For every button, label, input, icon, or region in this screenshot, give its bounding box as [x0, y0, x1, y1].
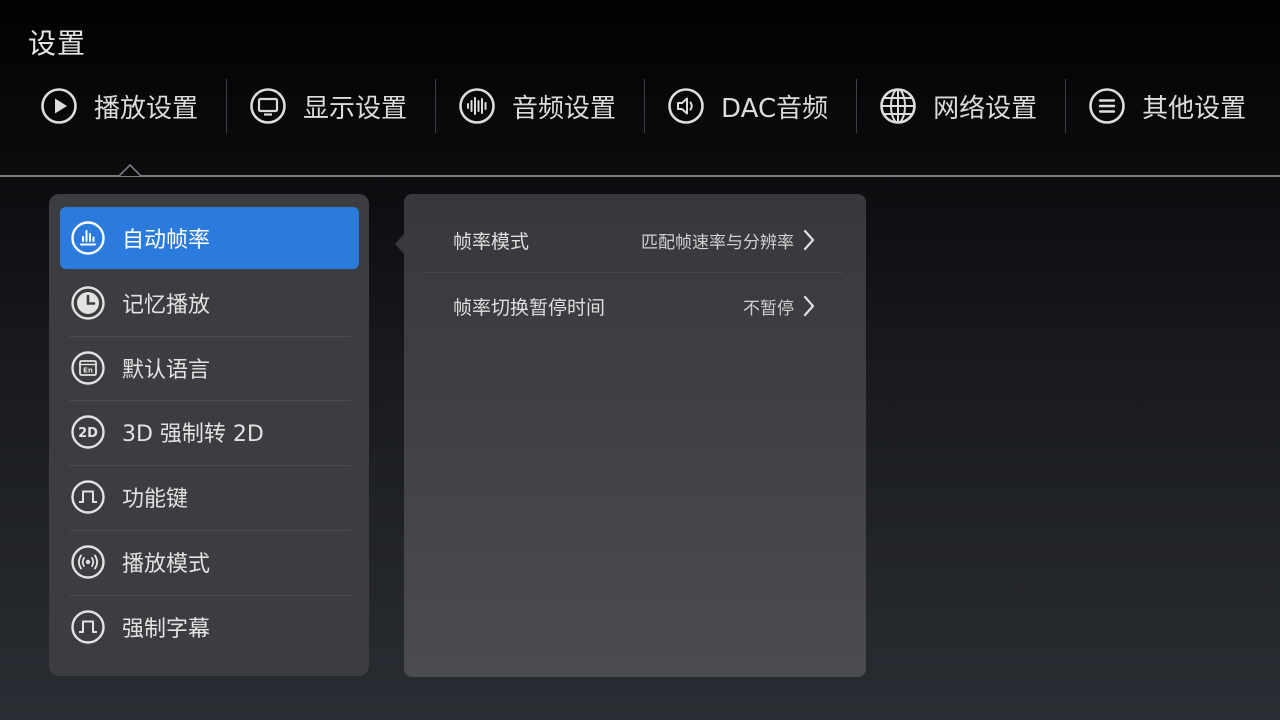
active-tab-indicator: [119, 164, 141, 177]
menu-item-label: 功能键: [122, 487, 189, 512]
menu-item-function-key[interactable]: 功能键: [60, 466, 359, 528]
menu-item-play-mode[interactable]: 播放模式: [60, 531, 359, 593]
tab-label: 音频设置: [512, 93, 617, 124]
tab-other-settings[interactable]: 其他设置: [1066, 78, 1266, 134]
setting-row-switch-pause-time[interactable]: 帧率切换暂停时间 不暂停: [424, 275, 844, 337]
svg-text:En: En: [83, 367, 93, 375]
tab-label: 网络设置: [933, 93, 1038, 124]
speaker-icon: [668, 88, 704, 124]
broadcast-icon: [71, 545, 105, 579]
tab-label: 播放设置: [94, 93, 199, 124]
settings-detail-panel: 帧率模式 匹配帧速率与分辨率 帧率切换暂停时间 不暂停: [404, 194, 866, 677]
menu-item-label: 3D 强制转 2D: [122, 422, 264, 447]
setting-label: 帧率切换暂停时间: [453, 296, 606, 319]
setting-row-frame-rate-mode[interactable]: 帧率模式 匹配帧速率与分辨率: [424, 209, 844, 271]
menu-item-label: 默认语言: [122, 358, 211, 383]
tab-display-settings[interactable]: 显示设置: [227, 78, 435, 134]
pulse-icon: [71, 610, 105, 644]
row-divider: [424, 272, 844, 273]
menu-item-label: 自动帧率: [122, 228, 211, 253]
menu-lines-icon: [1089, 88, 1125, 124]
menu-item-label: 记忆播放: [122, 293, 211, 318]
menu-item-label: 强制字幕: [122, 617, 211, 642]
globe-icon: [880, 88, 916, 124]
setting-value-text: 匹配帧速率与分辨率: [641, 232, 794, 253]
tab-network-settings[interactable]: 网络设置: [857, 78, 1065, 134]
2d-icon: 2D: [71, 415, 105, 449]
menu-item-label: 播放模式: [122, 552, 211, 577]
chevron-right-icon: [803, 295, 815, 317]
top-tab-bar: 播放设置 显示设置 音频设置 DAC音频 网络设置 其他设置: [0, 78, 1280, 134]
tab-underline: [0, 175, 1280, 177]
setting-label: 帧率模式: [453, 230, 530, 253]
tab-label: 显示设置: [303, 93, 408, 124]
setting-value: 不暂停: [743, 294, 816, 319]
page-title: 设置: [28, 27, 87, 60]
chevron-right-icon: [803, 229, 815, 251]
submenu-panel: 自动帧率 记忆播放 En 默认语言 2D 3D 强制转 2D 功能键 播放模式 …: [49, 194, 369, 676]
monitor-icon: [250, 88, 286, 124]
tab-label: DAC音频: [721, 93, 829, 124]
tab-audio-settings[interactable]: 音频设置: [436, 78, 644, 134]
menu-item-auto-frame-rate[interactable]: 自动帧率: [60, 207, 359, 269]
setting-value: 匹配帧速率与分辨率: [641, 228, 816, 253]
bar-chart-icon: [71, 221, 105, 255]
clock-icon: [71, 286, 105, 320]
audio-wave-icon: [459, 88, 495, 124]
setting-value-text: 不暂停: [743, 298, 794, 319]
menu-item-force-subtitle[interactable]: 强制字幕: [60, 596, 359, 658]
tab-dac-audio[interactable]: DAC音频: [645, 78, 856, 134]
play-circle-icon: [41, 88, 77, 124]
tab-label: 其他设置: [1142, 93, 1247, 124]
pulse-icon: [71, 480, 105, 514]
tab-playback-settings[interactable]: 播放设置: [0, 78, 226, 134]
menu-item-default-language[interactable]: En 默认语言: [60, 337, 359, 399]
svg-text:2D: 2D: [78, 426, 98, 441]
language-en-icon: En: [71, 351, 105, 385]
menu-item-3d-to-2d[interactable]: 2D 3D 强制转 2D: [60, 401, 359, 463]
menu-item-memory-playback[interactable]: 记忆播放: [60, 272, 359, 334]
